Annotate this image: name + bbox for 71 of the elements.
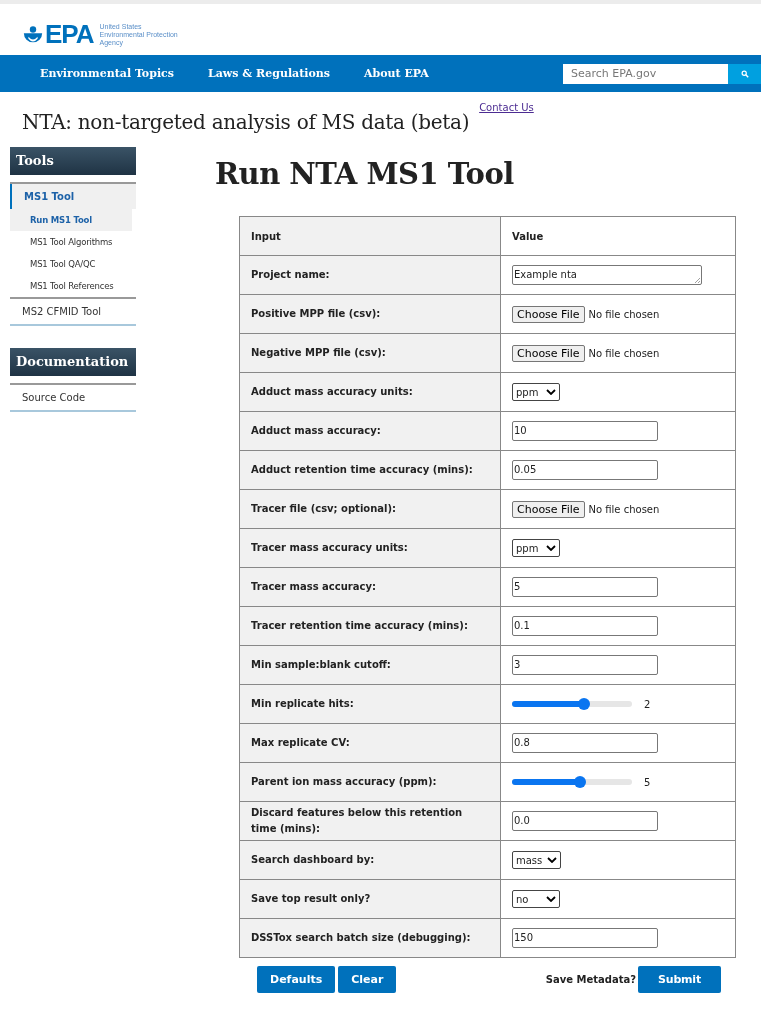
slider[interactable] [512, 779, 632, 785]
field-label: Search dashboard by: [239, 840, 501, 880]
search-button[interactable] [728, 63, 761, 84]
chevron-down-icon [546, 545, 556, 551]
save-metadata-label: Save Metadata? [545, 974, 637, 985]
file-status: No file chosen [588, 308, 660, 320]
input-field[interactable]: 5 [512, 577, 658, 597]
resize-grip-icon[interactable] [694, 277, 700, 283]
field-label: Adduct mass accuracy units: [239, 372, 501, 412]
slider-value: 5 [644, 776, 651, 788]
search-icon [740, 69, 749, 78]
nav-link[interactable]: About EPA [364, 67, 429, 80]
field-label: Adduct mass accuracy: [239, 411, 501, 451]
field-label: Max replicate CV: [239, 723, 501, 763]
field-label: Min sample:blank cutoff: [239, 645, 501, 685]
chevron-down-icon [546, 389, 556, 395]
dropdown[interactable]: no [512, 890, 560, 908]
chevron-down-icon [546, 896, 556, 902]
input-field[interactable]: 0.8 [512, 733, 658, 753]
file-status: No file chosen [588, 503, 660, 515]
dropdown[interactable]: ppm [512, 539, 560, 557]
sidebar-item[interactable]: MS2 CFMID Tool [10, 299, 136, 324]
sidebar-heading: Tools [10, 147, 136, 175]
input-field[interactable]: 10 [512, 421, 658, 441]
sidebar-subitem[interactable]: MS1 Tool QA/QC [10, 253, 136, 275]
nav-link[interactable]: Environmental Topics [40, 67, 174, 80]
sidebar-item[interactable]: Source Code [10, 385, 136, 410]
input-field[interactable]: 3 [512, 655, 658, 675]
slider-value: 2 [644, 698, 651, 710]
field-label: Positive MPP file (csv): [239, 294, 501, 334]
logo-text: EPA [45, 19, 94, 50]
column-header: Input [239, 216, 501, 256]
nav-link[interactable]: Laws & Regulations [207, 67, 330, 80]
field-label: Project name: [239, 255, 501, 295]
choose-file-button[interactable]: Choose File [512, 344, 585, 362]
field-label: Save top result only? [239, 879, 501, 919]
form-button[interactable]: Clear [338, 966, 397, 993]
column-header: Value [500, 216, 736, 256]
file-status: No file chosen [588, 347, 660, 359]
field-label: Tracer retention time accuracy (mins): [239, 606, 501, 646]
search-field[interactable]: Search EPA.gov [563, 63, 728, 84]
input-field[interactable]: 0.0 [512, 811, 658, 831]
field-label: Adduct retention time accuracy (mins): [239, 450, 501, 490]
choose-file-button[interactable]: Choose File [512, 305, 585, 323]
slider[interactable] [512, 701, 632, 707]
field-label: Tracer mass accuracy units: [239, 528, 501, 568]
input-field[interactable]: 150 [512, 928, 658, 948]
field-label: DSSTox search batch size (debugging): [239, 918, 501, 958]
chevron-down-icon [547, 857, 558, 863]
field-label: Negative MPP file (csv): [239, 333, 501, 373]
field-label: Tracer file (csv; optional): [239, 489, 501, 529]
field-label: Parent ion mass accuracy (ppm): [239, 762, 501, 802]
submit-button[interactable]: Submit [638, 966, 721, 993]
choose-file-button[interactable]: Choose File [512, 500, 585, 518]
input-field[interactable]: 0.1 [512, 616, 658, 636]
field-label: Tracer mass accuracy: [239, 567, 501, 607]
dropdown[interactable]: mass [512, 851, 562, 869]
sidebar-heading: Documentation [10, 348, 136, 376]
page-heading: Run NTA MS1 Tool [215, 157, 515, 193]
text-area[interactable]: Example nta [512, 265, 702, 285]
form-button[interactable]: Defaults [257, 966, 336, 993]
input-field[interactable]: 0.05 [512, 460, 658, 480]
sidebar-item[interactable]: MS1 Tool [10, 184, 136, 209]
field-label: Min replicate hits: [239, 684, 501, 724]
site-title: NTA: non-targeted analysis of MS data (beta) [22, 110, 470, 134]
contact-link[interactable]: Contact Us [479, 102, 534, 113]
sidebar-subitem[interactable]: MS1 Tool Algorithms [10, 231, 136, 253]
sidebar-subitem[interactable]: MS1 Tool References [10, 275, 136, 297]
sidebar-subitem[interactable]: Run MS1 Tool [10, 209, 132, 231]
dropdown[interactable]: ppm [512, 383, 560, 401]
field-label: Discard features below this retention time (mins): [239, 801, 501, 841]
